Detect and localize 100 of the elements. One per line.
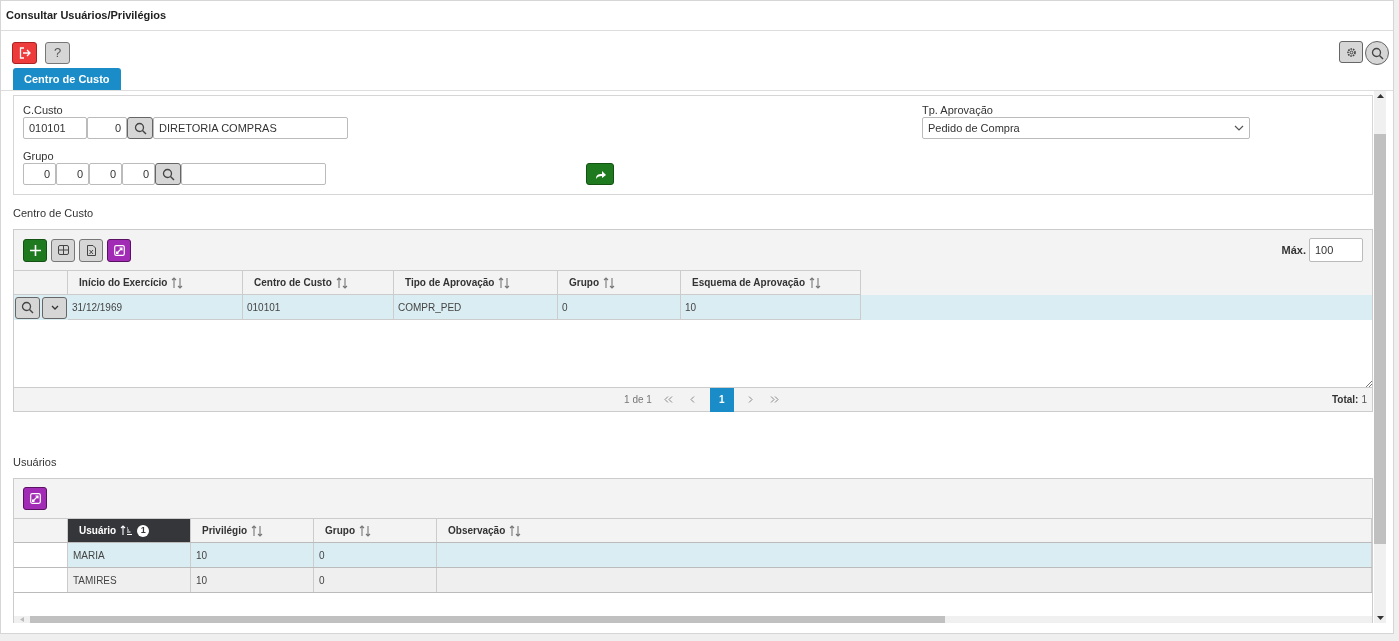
sort-order-badge: 1	[137, 524, 150, 537]
first-page-icon	[664, 396, 674, 403]
column-header[interactable]: Privilégio	[191, 519, 314, 542]
chevron-down-icon	[50, 305, 59, 310]
column-title: Esquema de Aprovação	[692, 276, 805, 290]
sort-icon	[171, 276, 184, 289]
add-button[interactable]	[23, 238, 47, 262]
apply-button[interactable]	[586, 163, 614, 185]
column-header[interactable]: Observação	[437, 519, 1372, 542]
table-row[interactable]: MARIA 10 0	[14, 543, 1372, 568]
expand-icon	[113, 244, 125, 256]
total-label: Total:	[1331, 393, 1359, 407]
lookup-button[interactable]	[127, 117, 153, 139]
columns-button[interactable]	[51, 238, 75, 262]
total-value: 1	[1361, 393, 1367, 407]
description-field[interactable]: DIRETORIA COMPRAS	[153, 117, 348, 139]
column-header[interactable]: Usuário 1	[68, 519, 191, 542]
lookup-button[interactable]	[155, 163, 181, 185]
help-button[interactable]: ?	[45, 42, 70, 64]
search-icon	[133, 121, 147, 135]
table-cell: TAMIRES	[68, 568, 191, 592]
column-title: Grupo	[569, 276, 599, 290]
window-title: Consultar Usuários/Privilégios	[6, 8, 167, 24]
approval-type-select[interactable]: Pedido de Compra	[922, 117, 1250, 139]
grid-icon	[57, 245, 69, 255]
spreadsheet-file-icon	[86, 244, 96, 256]
section-title: Centro de Custo	[13, 207, 95, 220]
column-title: Centro de Custo	[254, 276, 332, 290]
scroll-left-icon	[20, 617, 24, 622]
column-title: Usuário	[79, 524, 117, 538]
column-header[interactable]: Início do Exercício	[68, 270, 243, 295]
sort-icon	[335, 276, 348, 289]
table-cell: 10	[191, 568, 314, 592]
field-label: C.Custo	[23, 104, 64, 117]
scroll-down-icon	[1376, 616, 1384, 620]
view-button[interactable]	[15, 296, 40, 319]
column-header[interactable]: Esquema de Aprovação	[681, 270, 861, 295]
input-field[interactable]: 0	[89, 163, 122, 185]
table-row[interactable]: TAMIRES 10 0	[14, 568, 1372, 593]
table-row[interactable]: 31/12/1969 010101 COMPR_PED 0 10	[14, 295, 1372, 320]
expand-button[interactable]	[23, 487, 47, 510]
column-header[interactable]: Tipo de Aprovação	[394, 270, 558, 295]
column-title: Privilégio	[202, 524, 247, 538]
vertical-scrollbar[interactable]	[1374, 91, 1386, 623]
table-cell: 0	[314, 543, 437, 567]
plus-icon	[29, 244, 41, 256]
sort-icon	[809, 276, 821, 289]
chevron-down-icon	[1234, 125, 1244, 131]
field-label: Tp. Aprovação	[922, 104, 994, 117]
search-button[interactable]	[1365, 41, 1389, 65]
table-cell: COMPR_PED	[394, 295, 558, 320]
export-button[interactable]	[79, 238, 103, 262]
max-label: Máx.	[1281, 242, 1306, 258]
forward-arrow-icon	[594, 169, 606, 179]
table-cell: 10	[681, 295, 861, 320]
input-field[interactable]: 0	[87, 117, 127, 139]
exit-button[interactable]	[12, 42, 37, 64]
settings-icon	[1345, 46, 1357, 58]
section-title: Usuários	[13, 456, 58, 469]
sort-icon	[359, 524, 371, 537]
next-page-icon	[746, 396, 756, 403]
input-field[interactable]: 0	[122, 163, 155, 185]
input-field[interactable]: 0	[23, 163, 56, 185]
sort-ascending-icon	[120, 525, 134, 536]
search-icon	[161, 167, 175, 181]
column-title: Tipo de Aprovação	[405, 276, 495, 290]
last-page-icon	[770, 396, 780, 403]
max-rows-field[interactable]: 100	[1309, 238, 1363, 262]
sort-icon	[498, 276, 511, 289]
expand-icon	[29, 493, 41, 504]
column-title: Início do Exercício	[79, 276, 168, 290]
column-title: Grupo	[325, 524, 355, 538]
scrollbar-thumb[interactable]	[30, 616, 945, 623]
page-button[interactable]: 1	[709, 387, 734, 412]
column-header[interactable]: Grupo	[558, 270, 681, 295]
table-cell: MARIA	[68, 543, 191, 567]
field-label: Grupo	[23, 150, 55, 163]
scrollbar-thumb[interactable]	[1374, 134, 1386, 544]
column-header[interactable]: Centro de Custo	[243, 270, 394, 295]
horizontal-scrollbar[interactable]	[14, 616, 1372, 623]
table-cell: 31/12/1969	[68, 295, 243, 320]
scroll-up-icon	[1376, 94, 1384, 98]
column-title: Observação	[448, 524, 506, 538]
table-cell: 10	[191, 543, 314, 567]
expand-row-button[interactable]	[42, 296, 67, 319]
page-info: 1 de 1	[624, 393, 652, 407]
exit-icon	[18, 47, 31, 59]
resize-grip-icon	[1365, 380, 1372, 387]
expand-button[interactable]	[107, 238, 131, 262]
table-cell: 010101	[243, 295, 394, 320]
settings-button[interactable]	[1339, 41, 1363, 63]
tab[interactable]: Centro de Custo	[13, 68, 121, 90]
search-icon	[1370, 46, 1384, 60]
input-field[interactable]: 0	[56, 163, 89, 185]
search-icon	[21, 301, 34, 314]
sort-icon	[251, 524, 263, 537]
description-field[interactable]	[181, 163, 326, 185]
input-field[interactable]: 010101	[23, 117, 87, 139]
table-cell: 0	[314, 568, 437, 592]
column-header[interactable]: Grupo	[314, 519, 437, 542]
